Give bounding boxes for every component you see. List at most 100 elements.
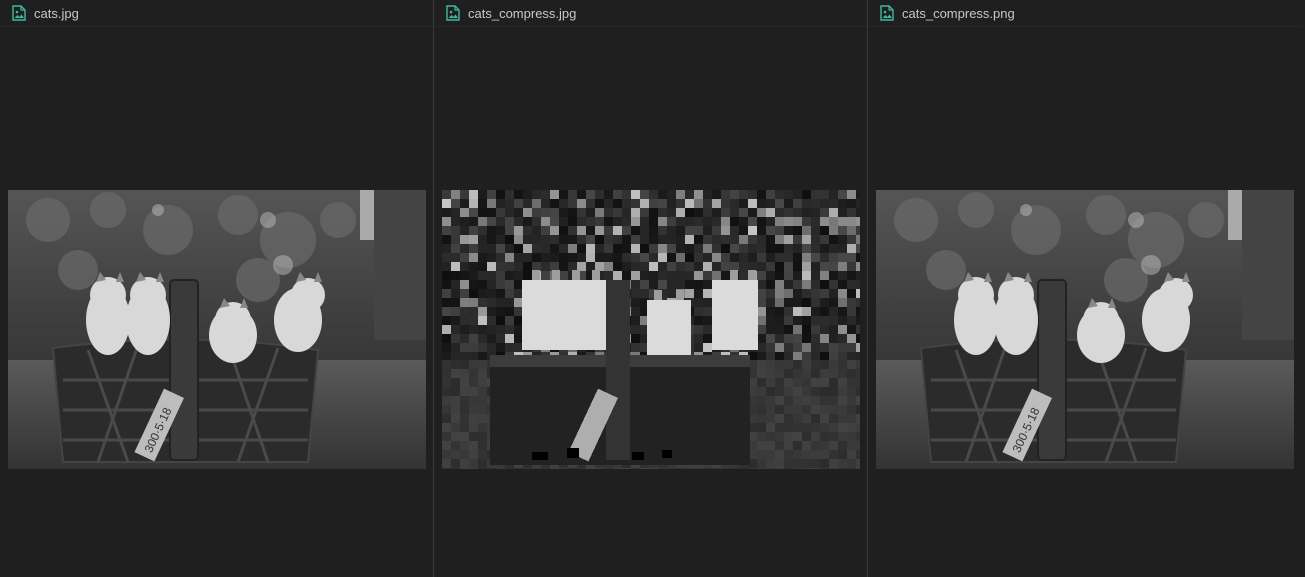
jpeg-block [847, 450, 856, 459]
jpeg-block [631, 468, 640, 469]
jpeg-block [757, 423, 766, 432]
jpeg-block [811, 423, 820, 432]
jpeg-block [514, 208, 523, 217]
jpeg-block [820, 271, 829, 280]
jpeg-block [442, 289, 451, 298]
jpeg-block [550, 244, 559, 253]
jpeg-block [640, 235, 649, 244]
editor-pane-2: cats_compress.jpg [434, 0, 868, 577]
jpeg-block [793, 298, 802, 307]
jpeg-block [793, 190, 802, 199]
jpeg-block [577, 468, 586, 469]
jpeg-block [649, 208, 658, 217]
jpeg-block [442, 307, 451, 316]
image-viewer[interactable]: 300·5·18 [0, 27, 433, 577]
jpeg-block [496, 307, 505, 316]
editor-pane-3: cats_compress.png 300·5·18 [868, 0, 1303, 577]
jpeg-block [487, 208, 496, 217]
file-tab-label: cats.jpg [34, 5, 79, 21]
jpeg-block [460, 235, 469, 244]
jpeg-block [442, 369, 451, 378]
jpeg-block [820, 405, 829, 414]
jpeg-block [667, 217, 676, 226]
jpeg-block [712, 208, 721, 217]
jpeg-block [595, 262, 604, 271]
jpeg-block [487, 253, 496, 262]
jpeg-block [505, 226, 514, 235]
jpeg-block [514, 199, 523, 208]
jpeg-block [757, 289, 766, 298]
jpeg-block [604, 226, 613, 235]
jpeg-block [523, 217, 532, 226]
jpeg-block [640, 253, 649, 262]
jpeg-block [838, 343, 847, 352]
jpeg-block [622, 208, 631, 217]
jpeg-block [496, 271, 505, 280]
jpeg-block [721, 226, 730, 235]
jpeg-block [793, 325, 802, 334]
jpeg-block [829, 450, 838, 459]
jpeg-block [460, 208, 469, 217]
jpeg-block [496, 226, 505, 235]
jpeg-block [802, 307, 811, 316]
jpeg-block [757, 271, 766, 280]
jpeg-block [469, 325, 478, 334]
jpeg-block [802, 316, 811, 325]
jpeg-block [793, 334, 802, 343]
jpeg-block [532, 217, 541, 226]
jpeg-block [847, 343, 856, 352]
jpeg-block [838, 208, 847, 217]
jpeg-block [730, 244, 739, 253]
jpeg-block [694, 217, 703, 226]
jpeg-block [856, 334, 860, 343]
jpeg-block [766, 316, 775, 325]
file-tab-cats-jpg[interactable]: cats.jpg [0, 0, 433, 27]
jpeg-block [838, 226, 847, 235]
jpeg-block [829, 387, 838, 396]
jpeg-block [442, 360, 451, 369]
jpeg-block [802, 244, 811, 253]
jpeg-block [820, 352, 829, 361]
jpeg-block [847, 208, 856, 217]
jpeg-block [505, 244, 514, 253]
jpeg-block [622, 468, 631, 469]
jpeg-block [784, 396, 793, 405]
jpeg-block [667, 244, 676, 253]
jpeg-block [442, 387, 451, 396]
jpeg-block [442, 262, 451, 271]
jpeg-block [730, 217, 739, 226]
jpeg-block [505, 217, 514, 226]
jpeg-block [847, 199, 856, 208]
file-tab-cats-compress-png[interactable]: cats_compress.png [868, 0, 1303, 27]
jpeg-block [478, 244, 487, 253]
jpeg-block [820, 378, 829, 387]
jpeg-block [757, 352, 766, 361]
jpeg-block [451, 244, 460, 253]
jpeg-block [712, 226, 721, 235]
file-tab-cats-compress-jpg[interactable]: cats_compress.jpg [434, 0, 867, 27]
jpeg-block [811, 387, 820, 396]
jpeg-block [658, 190, 667, 199]
jpeg-block [856, 441, 860, 450]
jpeg-block [793, 352, 802, 361]
image-viewer[interactable]: 300·5·18 [868, 27, 1303, 577]
jpeg-block [712, 253, 721, 262]
image-viewer[interactable] [434, 27, 867, 577]
jpeg-block [505, 343, 514, 352]
jpeg-block [442, 217, 451, 226]
jpeg-block [568, 253, 577, 262]
jpeg-block [442, 271, 451, 280]
jpeg-block [748, 235, 757, 244]
jpeg-block [613, 271, 622, 280]
jpeg-block [460, 226, 469, 235]
jpeg-block [802, 405, 811, 414]
jpeg-block [838, 235, 847, 244]
jpeg-block [856, 387, 860, 396]
jpeg-block [667, 468, 676, 469]
jpeg-block [784, 432, 793, 441]
jpeg-block [784, 459, 793, 468]
jpeg-block [820, 235, 829, 244]
jpeg-block [775, 217, 784, 226]
jpeg-block [460, 423, 469, 432]
jpeg-block [451, 325, 460, 334]
